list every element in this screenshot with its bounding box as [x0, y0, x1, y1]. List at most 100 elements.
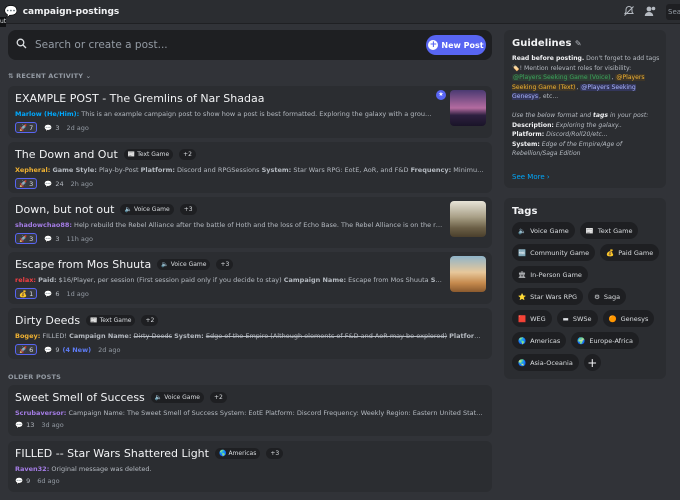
post-excerpt-text: Original message was deleted.: [49, 465, 152, 473]
post-excerpt-text: Help rebuild the Rebel Alliance after th…: [74, 221, 445, 229]
post-timestamp: 3d ago: [41, 421, 64, 429]
forum-channel-icon: 💬: [4, 5, 18, 18]
post-thumbnail[interactable]: [450, 90, 486, 126]
tag-text-game-icon: 📰: [585, 226, 594, 235]
post-card-dirty-deeds[interactable]: Dirty Deeds 📰 Text Game +2 Bogey: FILLED!…: [8, 308, 492, 359]
tag-filter-text-game[interactable]: 📰 Text Game: [579, 222, 639, 239]
post-title: Down, but not out: [15, 203, 115, 216]
tag-label: Text Game: [137, 151, 170, 158]
tag-filter-europe-africa[interactable]: 🌍 Europe-Africa: [571, 332, 639, 349]
more-tags-badge[interactable]: +3: [266, 448, 284, 459]
post-meta: 🚀 6 💬 9 (4 New) 2d ago: [15, 344, 120, 355]
post-thumbnail[interactable]: [450, 201, 486, 237]
header-search-input[interactable]: Search: [666, 4, 680, 20]
tag-filter-saga[interactable]: ⚙ Saga: [588, 288, 627, 305]
message-count: 💬 13: [15, 421, 34, 429]
more-tags-badge[interactable]: +2: [210, 392, 227, 403]
search-placeholder: Search or create a post...: [35, 39, 168, 51]
post-timestamp: 6d ago: [37, 477, 60, 485]
tag-filter-label: Genesys: [620, 314, 649, 323]
post-card-example[interactable]: EXAMPLE POST - The Gremlins of Nar Shada…: [8, 86, 492, 138]
post-title: EXAMPLE POST - The Gremlins of Nar Shada…: [15, 92, 265, 105]
message-count-value: 9: [26, 477, 31, 485]
tag-weg-icon: 🟥: [518, 314, 527, 323]
post-title-row: Escape from Mos Shuuta 🔈 Voice Game +3: [15, 258, 234, 271]
reaction-button[interactable]: 🚀 3: [15, 233, 38, 244]
tag-voice-game[interactable]: 🔈 Voice Game: [120, 204, 174, 215]
post-timestamp: 11h ago: [66, 234, 94, 243]
more-tags-badge[interactable]: +3: [216, 259, 234, 270]
tag-voice-game[interactable]: 🔈 Voice Game: [150, 392, 205, 403]
tag-label: Voice Game: [164, 394, 201, 401]
tag-filter-label: In-Person Game: [530, 270, 582, 279]
speaker-icon: 🔈: [124, 206, 132, 213]
guidelines-body: Read before posting. Don't forget to add…: [512, 55, 660, 157]
member-list-icon[interactable]: [644, 5, 657, 20]
globe-americas-icon: 🌎: [218, 450, 227, 457]
see-more-link[interactable]: See More ›: [512, 173, 550, 181]
post-excerpt: shadowchao88: Help rebuild the Rebel All…: [15, 221, 445, 229]
tag-filter-paid-game[interactable]: 💰 Paid Game: [600, 244, 660, 261]
post-search-input[interactable]: Search or create a post... + New Post: [8, 30, 492, 60]
post-card-down-but-not-out[interactable]: Down, but not out 🔈 Voice Game +3 shadowc…: [8, 197, 492, 248]
message-count: 💬 3: [44, 235, 59, 243]
reaction-count: 7: [29, 123, 34, 132]
post-excerpt: relax: Paid: $16/Player, per session (Fi…: [15, 276, 445, 284]
tag-filter-genesys[interactable]: 🟠 Genesys: [602, 310, 655, 327]
tag-text-game[interactable]: 📰 Text Game: [123, 149, 174, 160]
edge-tooltip: ut: [0, 17, 6, 27]
tag-filter-label: Voice Game: [530, 226, 569, 235]
pencil-icon[interactable]: ✎: [575, 39, 582, 48]
tag-voice-game[interactable]: 🔈 Voice Game: [157, 259, 211, 270]
chat-bubble-icon: 💬: [15, 477, 24, 485]
speaker-icon: 🔈: [161, 261, 169, 268]
tag-filter-in-person-game[interactable]: 🏛 In-Person Game: [512, 266, 588, 283]
tag-filter-asia-oceania[interactable]: 🌏 Asia-Oceania: [512, 354, 579, 371]
post-card-escape-mos-shuuta[interactable]: Escape from Mos Shuuta 🔈 Voice Game +3 re…: [8, 252, 492, 304]
post-excerpt: Bogey: FILLED! Campaign Name: Dirty Deed…: [15, 332, 485, 340]
tag-filter-swse[interactable]: ▬ SWSe: [556, 310, 598, 327]
tag-filter-community-game[interactable]: 🆓 Community Game: [512, 244, 596, 261]
tag-asia-oceania-icon: 🌏: [518, 358, 527, 367]
post-excerpt: Raven32: Original message was deleted.: [15, 465, 485, 473]
chat-bubble-icon: 💬: [44, 123, 53, 132]
channel-header: 💬 campaign-postings Search: [0, 0, 680, 24]
tag-in-person-game-icon: 🏛: [518, 270, 527, 279]
post-thumbnail[interactable]: [450, 256, 486, 292]
post-title-row: Sweet Smell of Success 🔈 Voice Game +2: [15, 391, 227, 404]
tag-filter-voice-game[interactable]: 🔈 Voice Game: [512, 222, 575, 239]
tag-filter-americas[interactable]: 🌎 Americas: [512, 332, 567, 349]
tag-filter-label: Europe-Africa: [589, 336, 633, 345]
plus-icon: +: [428, 40, 439, 50]
reaction-button[interactable]: 🚀 6: [15, 344, 38, 355]
tag-americas[interactable]: 🌎 Americas: [214, 448, 261, 459]
add-tag-button[interactable]: +: [583, 354, 601, 371]
tag-filter-weg[interactable]: 🟥 WEG: [512, 310, 552, 327]
tag-genesys-icon: 🟠: [608, 314, 617, 323]
message-count-value: 6: [55, 289, 60, 298]
new-post-label: New Post: [441, 40, 484, 50]
tag-filter-star-wars-rpg[interactable]: ⭐ Star Wars RPG: [512, 288, 584, 305]
more-tags-badge[interactable]: +2: [179, 149, 197, 160]
reaction-button[interactable]: 🚀 7: [15, 122, 38, 133]
tag-community-game-icon: 🆓: [518, 248, 527, 257]
sort-recent-activity[interactable]: ⇅ RECENT ACTIVITY ⌄: [8, 72, 91, 80]
reaction-button[interactable]: 💰 1: [15, 288, 38, 299]
new-post-button[interactable]: + New Post: [426, 35, 486, 55]
search-icon: [16, 38, 27, 52]
post-title-row: FILLED -- Star Wars Shattered Light 🌎 Ame…: [15, 447, 284, 460]
post-card-sweet-smell[interactable]: Sweet Smell of Success 🔈 Voice Game +2 Sc…: [8, 385, 492, 436]
post-card-shattered-light[interactable]: FILLED -- Star Wars Shattered Light 🌎 Ame…: [8, 441, 492, 492]
post-title: Dirty Deeds: [15, 314, 81, 327]
more-tags-badge[interactable]: +3: [179, 204, 197, 215]
post-excerpt-text: FILLED! Campaign Name: Dirty Deeds Syste…: [42, 332, 484, 340]
reaction-button[interactable]: 🚀 3: [15, 178, 38, 189]
notification-mute-icon[interactable]: [623, 5, 635, 20]
newspaper-icon: 📰: [127, 151, 136, 158]
chevron-down-icon: ⌄: [83, 72, 92, 80]
post-card-down-and-out[interactable]: The Down and Out 📰 Text Game +2 Xepheral:…: [8, 142, 492, 193]
post-author: Bogey:: [15, 332, 41, 340]
more-tags-badge[interactable]: +2: [141, 315, 159, 326]
tag-text-game[interactable]: 📰 Text Game: [86, 315, 136, 326]
message-count-value: 24: [55, 179, 64, 188]
